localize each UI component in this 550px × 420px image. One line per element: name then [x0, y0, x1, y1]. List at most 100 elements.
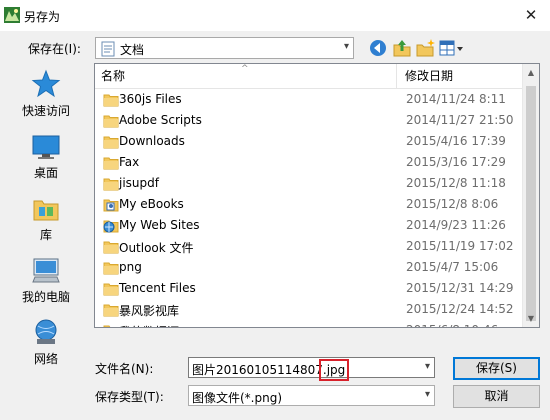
web-folder-icon [103, 220, 119, 233]
file-row[interactable]: png 2015/4/7 15:06 [95, 257, 523, 278]
folder-icon [103, 157, 119, 170]
file-row[interactable]: Adobe Scripts 2014/11/27 21:50 [95, 110, 523, 131]
file-name: My Web Sites [119, 218, 200, 232]
file-date: 2015/6/8 10:46 [406, 323, 498, 327]
file-date: 2015/4/16 17:39 [406, 134, 506, 148]
up-folder-button[interactable] [391, 37, 413, 59]
place-label: 库 [39, 228, 52, 242]
documents-icon [101, 41, 115, 57]
file-date: 2015/12/31 14:29 [406, 281, 514, 295]
folder-icon [103, 262, 119, 275]
app-icon [4, 7, 20, 23]
file-name: My eBooks [119, 197, 184, 211]
network-icon [35, 319, 57, 344]
save-in-combo[interactable]: 文档 ▾ [95, 37, 354, 59]
filetype-label: 保存类型(T): [95, 390, 164, 404]
file-name: 我的数据源 [119, 323, 179, 327]
scroll-down-icon[interactable]: ▼ [523, 310, 539, 327]
save-in-label: 保存在(I): [28, 42, 81, 56]
place-library[interactable]: 库 [7, 193, 85, 255]
file-row[interactable]: jisupdf 2015/12/8 11:18 [95, 173, 523, 194]
file-row[interactable]: Tencent Files 2015/12/31 14:29 [95, 278, 523, 299]
save-button[interactable]: 保存(S) [453, 357, 540, 380]
file-name: Adobe Scripts [119, 113, 202, 127]
close-button[interactable]: ✕ [518, 2, 544, 28]
file-row[interactable]: 我的数据源 2015/6/8 10:46 [95, 320, 523, 327]
place-label: 我的电脑 [21, 290, 70, 304]
file-row[interactable]: 暴风影视库 2015/12/24 14:52 [95, 299, 523, 320]
file-date: 2015/4/7 15:06 [406, 260, 499, 274]
cancel-button[interactable]: 取消 [453, 385, 540, 408]
file-row[interactable]: My Web Sites 2014/9/23 11:26 [95, 215, 523, 236]
file-name: Outlook 文件 [119, 241, 194, 255]
computer-icon [32, 258, 60, 283]
place-label: 网络 [33, 352, 58, 366]
file-name: 360js Files [119, 92, 182, 106]
file-name: png [119, 260, 142, 274]
chevron-down-icon: ▾ [424, 389, 430, 400]
file-name: Downloads [119, 134, 185, 148]
folder-icon [103, 283, 119, 296]
chevron-down-icon: ▾ [343, 41, 349, 52]
file-row[interactable]: Downloads 2015/4/16 17:39 [95, 131, 523, 152]
place-label: 快速访问 [21, 104, 70, 118]
file-date: 2015/3/16 17:29 [406, 155, 506, 169]
save-in-value: 文档 [120, 43, 145, 57]
folder-icon [103, 94, 119, 107]
filename-value: 图片20160105114807.jpg [192, 359, 350, 381]
file-date: 2015/12/8 8:06 [406, 197, 499, 211]
column-name-label: 名称 [101, 69, 126, 83]
filetype-value: 图像文件(*.png) [192, 391, 283, 405]
place-computer[interactable]: 我的电脑 [7, 255, 85, 317]
file-row[interactable]: Outlook 文件 2015/11/19 17:02 [95, 236, 523, 257]
filename-label: 文件名(N): [95, 362, 154, 376]
data-source-icon [103, 325, 119, 327]
place-label: 桌面 [33, 166, 58, 180]
file-date: 2014/11/27 21:50 [406, 113, 514, 127]
places-bar: 快速访问 桌面 库 我的电脑 网络 [7, 63, 85, 383]
file-date: 2014/9/23 11:26 [406, 218, 506, 232]
file-name: 暴风影视库 [119, 304, 180, 318]
window-title: 另存为 [24, 10, 61, 24]
folder-icon [103, 136, 119, 149]
library-icon [33, 200, 59, 221]
column-date-label: 修改日期 [405, 69, 454, 83]
view-menu-icon [439, 40, 463, 56]
star-icon [31, 69, 61, 98]
back-button[interactable] [367, 37, 389, 59]
file-date: 2015/11/19 17:02 [406, 239, 514, 253]
new-folder-button[interactable] [414, 37, 436, 59]
file-date: 2015/12/8 11:18 [406, 176, 506, 190]
title-bar: 另存为 ✕ [0, 0, 550, 31]
place-desktop[interactable]: 桌面 [7, 131, 85, 193]
scroll-up-icon[interactable]: ▲ [523, 64, 539, 81]
filetype-select[interactable]: 图像文件(*.png) ▾ [188, 385, 435, 406]
place-quick-access[interactable]: 快速访问 [7, 69, 85, 131]
column-header-date[interactable]: 修改日期 [399, 64, 453, 88]
filename-base: 图片20160105114807 [192, 363, 323, 377]
file-row[interactable]: 360js Files 2014/11/24 8:11 [95, 89, 523, 110]
back-icon [370, 40, 386, 56]
file-row[interactable]: Fax 2015/3/16 17:29 [95, 152, 523, 173]
filename-field[interactable]: 图片20160105114807.jpg ▾ [188, 357, 435, 381]
file-date: 2015/12/24 14:52 [406, 302, 514, 316]
file-name: Fax [119, 155, 140, 169]
close-icon: ✕ [524, 6, 538, 24]
folder-icon [103, 178, 119, 191]
filename-extension: .jpg [318, 359, 350, 381]
file-name: Tencent Files [119, 281, 196, 295]
file-list-header: 名称 ^ 修改日期 [95, 64, 539, 89]
file-list[interactable]: 名称 ^ 修改日期 360js Files 2014/11/24 8:11 Adob… [94, 63, 540, 328]
ebook-folder-icon [103, 199, 119, 212]
chevron-down-icon[interactable]: ▾ [425, 361, 430, 372]
folder-icon [103, 241, 119, 254]
desktop-icon [32, 135, 60, 159]
folder-icon [103, 304, 119, 317]
vertical-scrollbar[interactable]: ▲ ▼ [522, 64, 539, 327]
sort-ascending-icon: ^ [241, 64, 249, 74]
file-row[interactable]: My eBooks 2015/12/8 8:06 [95, 194, 523, 215]
scroll-thumb[interactable] [526, 86, 536, 321]
place-network[interactable]: 网络 [7, 317, 85, 379]
new-folder-icon [416, 39, 435, 57]
view-menu-button[interactable] [438, 37, 466, 59]
